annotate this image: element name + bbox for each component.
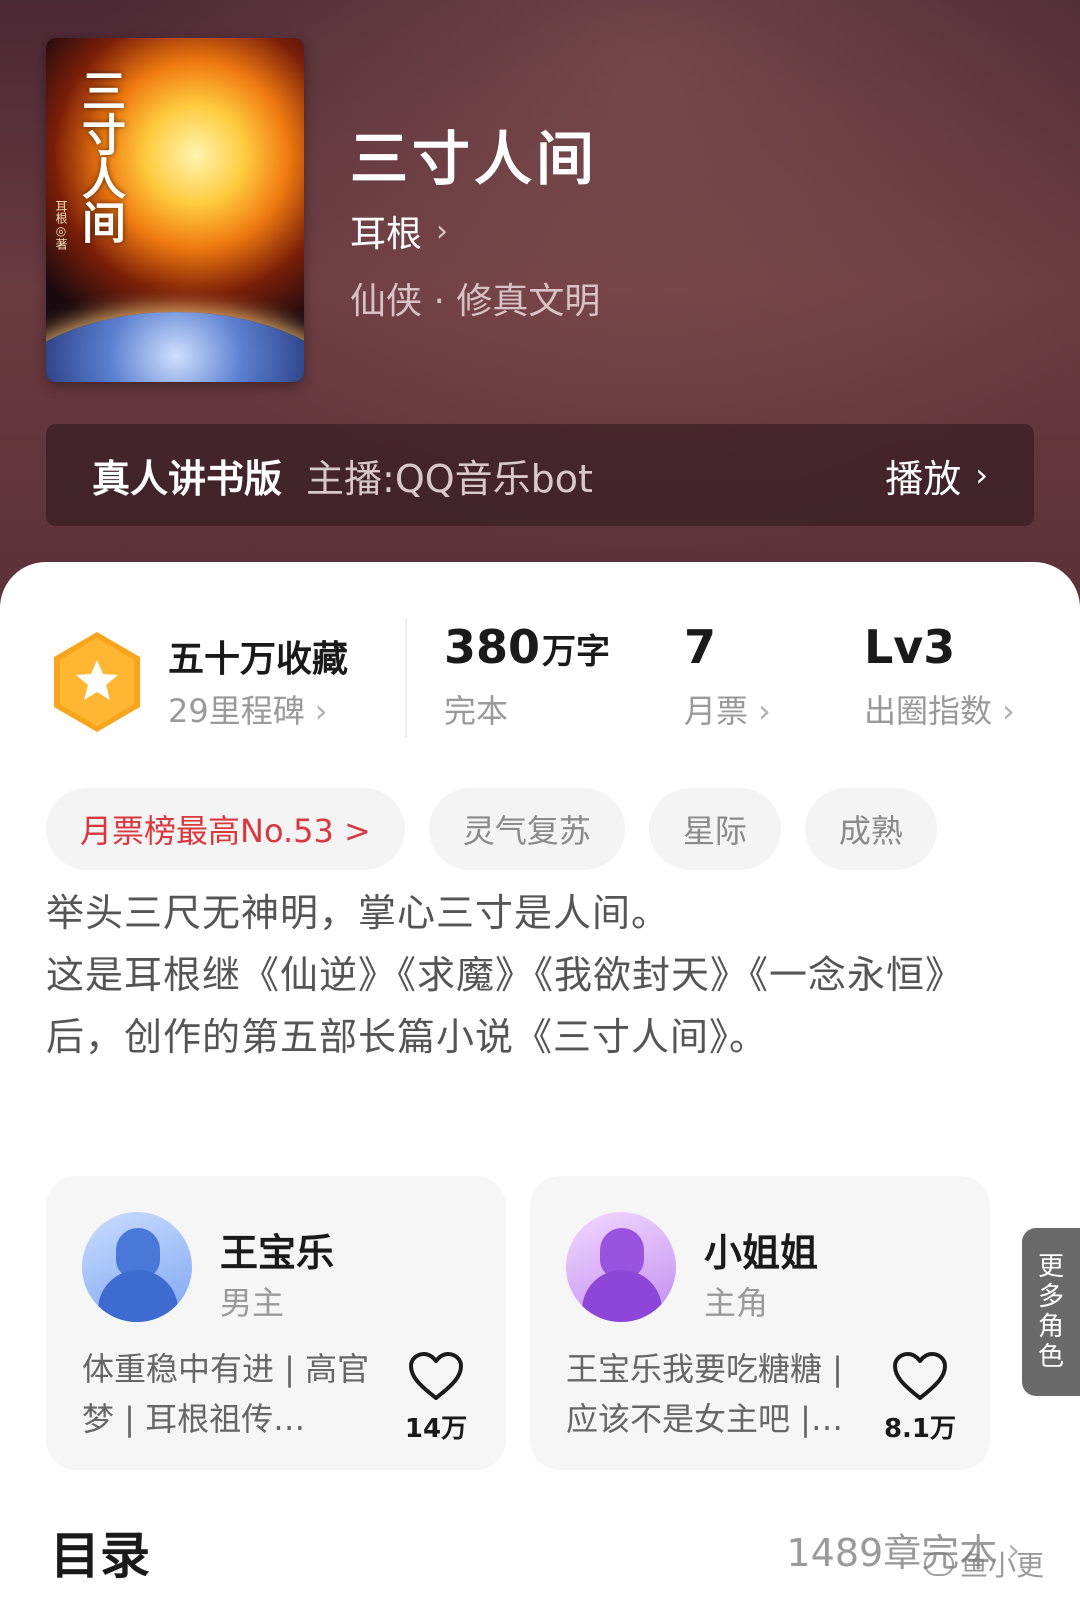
avatar-body-shape bbox=[582, 1270, 662, 1322]
tag-item[interactable]: 星际 bbox=[648, 788, 781, 870]
intro-line: 举头三尺无神明，掌心三寸是人间。 bbox=[46, 891, 671, 935]
chevron-right-icon: › bbox=[314, 692, 328, 730]
role-description: 体重稳中有进 | 高官梦 | 耳根祖传… bbox=[82, 1350, 370, 1438]
chevron-right-icon: › bbox=[1002, 692, 1015, 730]
author-name: 耳根 bbox=[350, 214, 423, 255]
avatar bbox=[82, 1212, 192, 1322]
tag-list: 月票榜最高No.53 > 灵气复苏 星际 成熟 bbox=[46, 788, 937, 870]
stats-divider bbox=[405, 618, 407, 738]
word-count: 380万字 bbox=[444, 620, 610, 674]
cover-title: 三寸人间 bbox=[74, 68, 125, 244]
role-type: 男主 bbox=[220, 1284, 285, 1322]
completion-status: 完本 bbox=[444, 692, 509, 730]
more-roles-label: 更多角色 bbox=[1038, 1252, 1065, 1372]
intro-line: 这是耳根继《仙逆》《求魔》《我欲封天》《一念永恒》后，创作的第五部长篇小说《三寸… bbox=[46, 953, 965, 1059]
word-count-unit: 万字 bbox=[542, 632, 611, 672]
role-name: 王宝乐 bbox=[220, 1231, 335, 1275]
cover-author: 耳根◎著 bbox=[54, 200, 68, 250]
role-type: 主角 bbox=[704, 1284, 769, 1322]
book-header: 三寸人间 耳根◎著 三寸人间 耳根 › 仙侠 · 修真文明 真人讲书版 主播:Q… bbox=[0, 0, 1080, 640]
avatar-body-shape bbox=[98, 1270, 178, 1322]
tag-item[interactable]: 成熟 bbox=[804, 788, 937, 870]
monthly-tickets-value: 7 bbox=[684, 620, 717, 674]
avatar bbox=[566, 1212, 676, 1322]
role-card[interactable]: 王宝乐 男主 体重稳中有进 | 高官梦 | 耳根祖传… 14万 bbox=[46, 1176, 506, 1470]
watermark: 鱼小更 bbox=[923, 1544, 1044, 1584]
role-card[interactable]: 小姐姐 主角 王宝乐我要吃糖糖 | 应该不是女主吧 |… 8.1万 bbox=[530, 1176, 990, 1470]
monthly-tickets-label: 月票 bbox=[684, 692, 749, 730]
monthly-tickets-link[interactable]: 月票 › bbox=[684, 686, 771, 732]
wechat-icon bbox=[923, 1552, 954, 1576]
milestone-label: 29里程碑 bbox=[168, 692, 305, 730]
chevron-right-icon: › bbox=[758, 692, 771, 730]
popularity-index-link[interactable]: 出圈指数 › bbox=[864, 686, 1015, 732]
cover-earth-art bbox=[46, 312, 304, 382]
milestone-link[interactable]: 29里程碑 › bbox=[168, 686, 328, 732]
popularity-index-label: 出圈指数 bbox=[864, 692, 993, 730]
collect-title: 五十万收藏 bbox=[168, 639, 349, 680]
like-count: 14万 bbox=[404, 1414, 468, 1444]
author-link[interactable]: 耳根 › bbox=[350, 205, 448, 257]
role-description: 王宝乐我要吃糖糖 | 应该不是女主吧 |… bbox=[566, 1350, 843, 1438]
star-medal-icon[interactable] bbox=[50, 630, 144, 734]
chevron-right-icon: › bbox=[975, 456, 988, 494]
book-genre: 仙侠 · 修真文明 bbox=[350, 281, 601, 322]
book-cover[interactable]: 三寸人间 耳根◎著 bbox=[46, 38, 304, 382]
audio-host: 主播:QQ音乐bot bbox=[306, 456, 593, 501]
play-button[interactable]: 播放 › bbox=[885, 448, 988, 503]
tag-item[interactable]: 灵气复苏 bbox=[428, 788, 625, 870]
like-count: 8.1万 bbox=[883, 1414, 957, 1444]
play-label: 播放 bbox=[885, 456, 962, 501]
ranking-tag[interactable]: 月票榜最高No.53 > bbox=[46, 788, 405, 870]
chevron-right-icon: › bbox=[436, 213, 449, 249]
book-intro[interactable]: 举头三尺无神明，掌心三寸是人间。 这是耳根继《仙逆》《求魔》《我欲封天》《一念永… bbox=[46, 882, 1036, 1068]
toc-title: 目录 bbox=[50, 1527, 150, 1585]
heart-icon[interactable] bbox=[892, 1352, 948, 1402]
book-detail-sheet: 五十万收藏 29里程碑 › 380万字 完本 7 月票 › Lv3 出圈指数 › 月票… bbox=[0, 562, 1080, 1624]
heart-icon[interactable] bbox=[408, 1352, 464, 1402]
word-count-value: 380 bbox=[444, 620, 541, 674]
audio-version-bar[interactable]: 真人讲书版 主播:QQ音乐bot 播放 › bbox=[46, 424, 1034, 526]
role-name: 小姐姐 bbox=[704, 1231, 819, 1275]
watermark-text: 鱼小更 bbox=[959, 1549, 1044, 1582]
popularity-level-value: Lv3 bbox=[864, 620, 956, 674]
book-title: 三寸人间 bbox=[350, 125, 599, 193]
audio-title: 真人讲书版 bbox=[92, 456, 283, 501]
more-roles-button[interactable]: 更多角色 bbox=[1022, 1228, 1080, 1396]
